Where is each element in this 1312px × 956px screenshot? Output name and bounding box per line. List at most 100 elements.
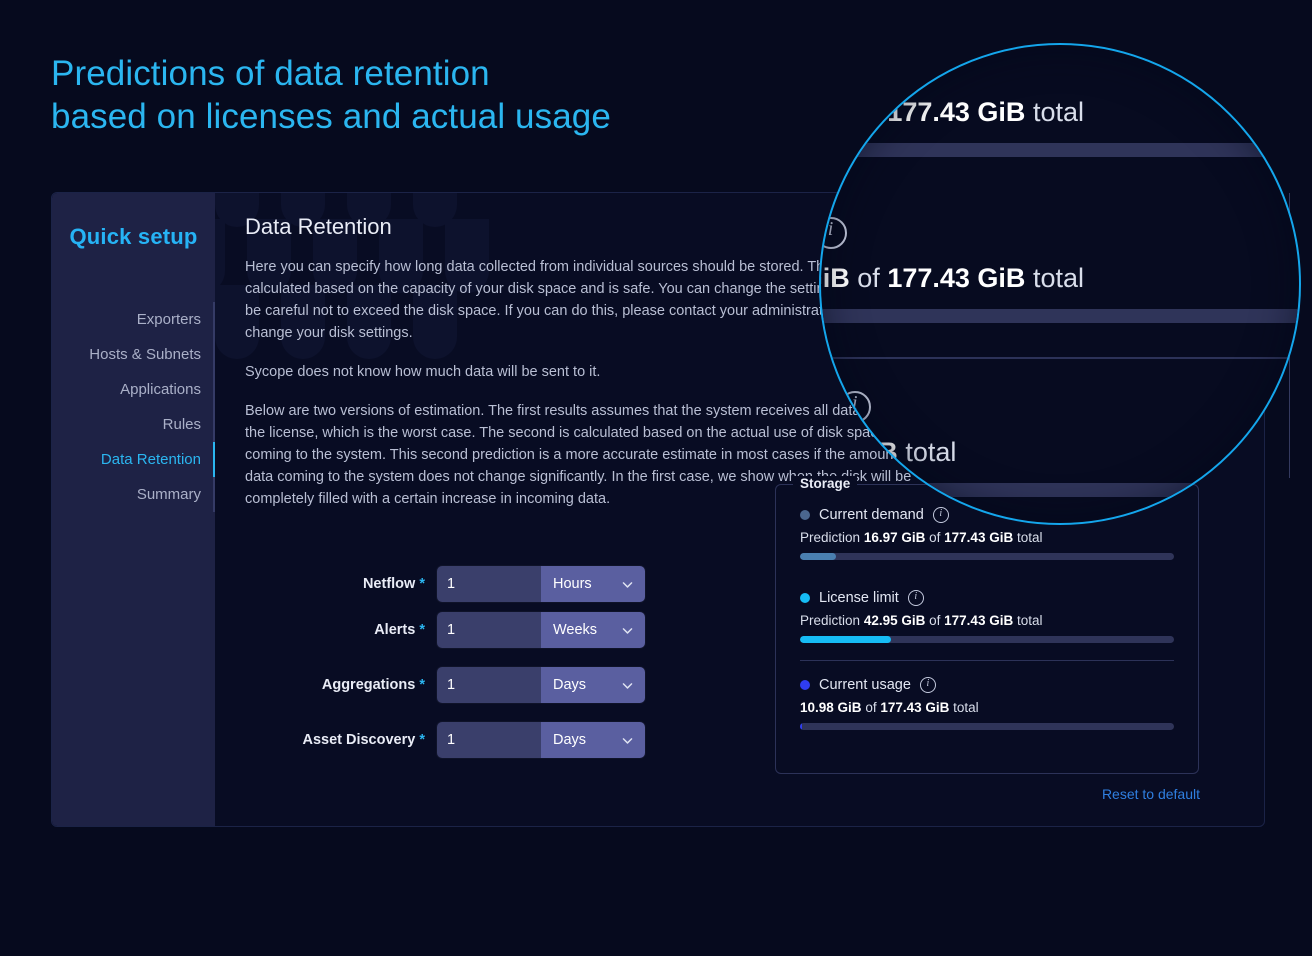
- info-icon[interactable]: i: [838, 391, 871, 423]
- sidebar-item-label: Data Retention: [100, 451, 201, 468]
- aggregations-value-input[interactable]: [437, 667, 541, 703]
- aggregations-unit-select[interactable]: Days: [541, 667, 645, 703]
- netflow-label: Netflow *: [245, 576, 437, 592]
- required-asterisk: *: [419, 622, 425, 638]
- value-of: of: [929, 530, 941, 545]
- asset-discovery-value-input[interactable]: [437, 722, 541, 758]
- sidebar-item-rules[interactable]: Rules: [52, 407, 215, 442]
- value-total: 177.43 GiB: [821, 437, 898, 467]
- block-title: License limit: [819, 590, 899, 606]
- reset-to-default-link[interactable]: Reset to default: [1040, 786, 1200, 802]
- alerts-unit-select[interactable]: Weeks: [541, 612, 645, 648]
- value-suffix: total: [1032, 263, 1084, 293]
- progress-fill: [800, 636, 891, 643]
- block-title: Current usage: [819, 677, 911, 693]
- required-asterisk: *: [419, 576, 425, 592]
- sidebar-nav: Exporters Hosts & Subnets Applications R…: [52, 302, 215, 512]
- sidebar-item-label: Rules: [162, 416, 201, 433]
- progress-fill: [800, 553, 836, 560]
- value-amount: 42.95 GiB: [821, 263, 850, 293]
- netflow-value-input[interactable]: [437, 566, 541, 602]
- progress-bar-license-limit: [821, 309, 1299, 323]
- chevron-down-icon: [622, 682, 633, 689]
- value-amount: 10.98 GiB: [800, 700, 862, 715]
- magnifier-content: Storage Current demand i Prediction 16.9…: [821, 45, 1299, 523]
- storage-block-license-limit: License limit i Prediction 42.95 GiB of …: [800, 590, 1174, 643]
- block-value: Prediction 42.95 GiB of 177.43 GiB total: [800, 613, 1174, 628]
- value-of: of: [865, 700, 877, 715]
- value-suffix: total: [905, 437, 957, 467]
- divider: [821, 357, 1299, 359]
- progress-fill: [800, 723, 803, 730]
- sidebar-item-hosts-subnets[interactable]: Hosts & Subnets: [52, 337, 215, 372]
- label-text: Asset Discovery: [302, 732, 416, 748]
- value-total: 177.43 GiB: [944, 613, 1014, 628]
- aggregations-field: Days: [437, 667, 645, 703]
- required-asterisk: *: [419, 677, 425, 693]
- sidebar-item-applications[interactable]: Applications: [52, 372, 215, 407]
- storage-block-current-demand: Current demand i Prediction 16.97 GiB of…: [821, 51, 1299, 157]
- storage-block-current-usage: Current usage i 10.98 GiB of 177.43 GiB …: [800, 677, 1174, 730]
- sidebar-brand: Quick setup: [69, 224, 198, 249]
- value-of: of: [857, 97, 880, 127]
- block-value: 10.98 GiB of 177.43 GiB total: [821, 437, 1299, 467]
- value-prefix: Prediction: [800, 613, 861, 628]
- value-total: 177.43 GiB: [880, 700, 950, 715]
- block-header: Current usage i: [800, 677, 1174, 693]
- chevron-down-icon: [622, 581, 633, 588]
- alerts-value-input[interactable]: [437, 612, 541, 648]
- netflow-unit-label: Hours: [553, 576, 592, 592]
- sidebar-item-data-retention[interactable]: Data Retention: [52, 442, 215, 477]
- chevron-down-icon: [622, 627, 633, 634]
- value-amount: 16.97 GiB: [821, 97, 850, 127]
- block-value: 10.98 GiB of 177.43 GiB total: [800, 700, 1174, 715]
- value-amount: 16.97 GiB: [863, 530, 926, 545]
- alerts-label: Alerts *: [245, 622, 437, 638]
- block-header: Current demand i: [821, 51, 1299, 83]
- divider: [800, 660, 1174, 661]
- value-of: of: [929, 613, 941, 628]
- info-icon[interactable]: i: [907, 590, 924, 606]
- label-text: Aggregations: [321, 677, 416, 693]
- value-amount: 42.95 GiB: [863, 613, 926, 628]
- sidebar-item-exporters[interactable]: Exporters: [52, 302, 215, 337]
- block-value: Prediction 16.97 GiB of 177.43 GiB total: [800, 530, 1174, 545]
- netflow-field: Hours: [437, 566, 645, 602]
- block-header: License limit i: [800, 590, 1174, 606]
- info-icon[interactable]: i: [864, 51, 897, 83]
- info-icon[interactable]: i: [821, 217, 847, 249]
- asset-discovery-label: Asset Discovery *: [245, 732, 437, 748]
- aggregations-unit-label: Days: [553, 677, 587, 693]
- storage-panel-body: Current demand i Prediction 16.97 GiB of…: [821, 45, 1299, 497]
- storage-panel: Storage Current demand i Prediction 16.9…: [775, 476, 1199, 774]
- chevron-down-icon: [622, 737, 633, 744]
- progress-bar-current-demand: [800, 553, 1174, 560]
- value-total: 177.43 GiB: [887, 97, 1026, 127]
- value-suffix: total: [1016, 613, 1043, 628]
- alerts-field: Weeks: [437, 612, 645, 648]
- screen: Predictions of data retention based on l…: [0, 0, 1312, 956]
- page-headline: Predictions of data retention based on l…: [51, 54, 611, 136]
- sidebar-item-summary[interactable]: Summary: [52, 477, 215, 512]
- block-value: Prediction 42.95 GiB of 177.43 GiB total: [821, 263, 1299, 293]
- storage-block-license-limit: License limit i Prediction 42.95 GiB of …: [821, 217, 1299, 323]
- aggregations-label: Aggregations *: [245, 677, 437, 693]
- asset-discovery-unit-select[interactable]: Days: [541, 722, 645, 758]
- legend-dot-current-demand: [800, 510, 810, 520]
- asset-discovery-field: Days: [437, 722, 645, 758]
- value-of: of: [857, 263, 880, 293]
- value-suffix: total: [953, 700, 979, 715]
- value-total: 177.43 GiB: [944, 530, 1014, 545]
- block-header: License limit i: [821, 217, 1299, 249]
- alerts-unit-label: Weeks: [553, 622, 598, 638]
- block-header: Current usage i: [821, 391, 1299, 423]
- asset-discovery-unit-label: Days: [553, 732, 587, 748]
- storage-block-current-usage: Current usage i 10.98 GiB of 177.43 GiB …: [821, 391, 1299, 497]
- block-title: Current demand: [821, 51, 847, 83]
- block-value: Prediction 16.97 GiB of 177.43 GiB total: [821, 97, 1299, 127]
- info-icon[interactable]: i: [919, 677, 936, 693]
- netflow-unit-select[interactable]: Hours: [541, 566, 645, 602]
- progress-bar-license-limit: [800, 636, 1174, 643]
- sidebar-item-label: Summary: [136, 486, 201, 503]
- sidebar-item-label: Applications: [120, 381, 201, 398]
